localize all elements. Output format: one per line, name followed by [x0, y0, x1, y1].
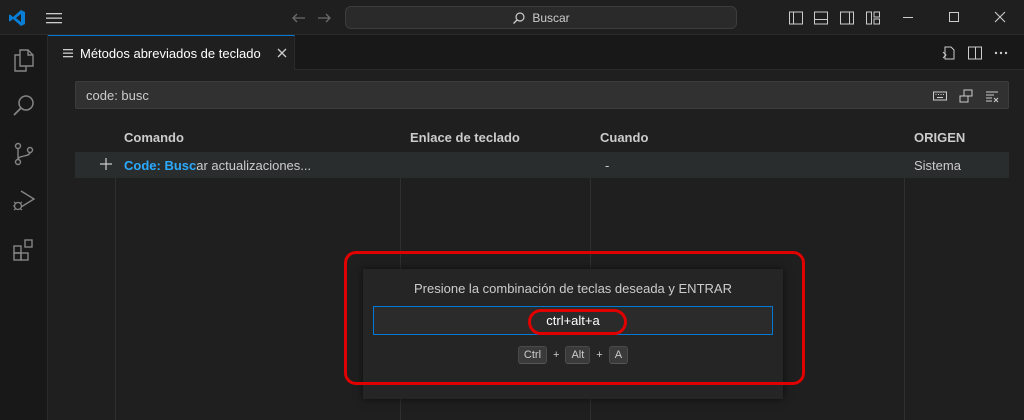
dialog-message: Presione la combinación de teclas desead…: [414, 281, 732, 296]
key-chord-preview: Ctrl + Alt + A: [363, 346, 783, 364]
record-keys-icon[interactable]: [932, 88, 948, 104]
keybindings-search-input[interactable]: code: busc: [75, 81, 1009, 109]
menu-icon[interactable]: [44, 9, 64, 27]
column-header-when[interactable]: Cuando: [600, 130, 648, 145]
keyboard-shortcuts-editor: code: busc Comando Enlace de teclado Cua…: [48, 70, 1024, 420]
vscode-logo-icon[interactable]: [8, 9, 26, 27]
open-keybindings-json-icon[interactable]: [940, 44, 958, 62]
customize-layout-icon[interactable]: [864, 9, 882, 27]
define-keybinding-dialog: Presione la combinación de teclas desead…: [363, 269, 783, 399]
minimize-icon[interactable]: [896, 7, 920, 27]
table-row[interactable]: Code: Buscar actualizaciones... - Sistem…: [75, 152, 1009, 178]
source-control-icon[interactable]: [11, 141, 37, 167]
search-label: Buscar: [532, 10, 570, 25]
more-actions-icon[interactable]: [992, 44, 1010, 62]
key-a: A: [608, 346, 629, 364]
activity-bar: [0, 35, 48, 420]
command-cell: Code: Buscar actualizaciones...: [124, 158, 311, 173]
explorer-icon[interactable]: [11, 47, 37, 73]
search-value: code: busc: [86, 87, 149, 103]
tab-keyboard-shortcuts[interactable]: Métodos abreviados de teclado: [48, 35, 295, 70]
sort-by-precedence-icon[interactable]: [958, 88, 974, 104]
search-icon[interactable]: [11, 93, 37, 119]
keybinding-input-value: ctrl+alt+a: [546, 313, 600, 328]
toggle-secondary-sidebar-icon[interactable]: [838, 9, 856, 27]
keybinding-input[interactable]: ctrl+alt+a: [373, 306, 773, 335]
maximize-icon[interactable]: [942, 7, 966, 27]
command-match-highlight: Code: Busc: [124, 158, 197, 173]
key-separator: +: [553, 349, 560, 361]
column-header-command[interactable]: Comando: [124, 130, 184, 145]
search-icon: [513, 11, 525, 24]
back-arrow-icon[interactable]: [290, 9, 308, 27]
key-ctrl: Ctrl: [517, 346, 548, 364]
column-header-keybinding[interactable]: Enlace de teclado: [410, 130, 520, 145]
clear-search-icon[interactable]: [984, 88, 1000, 104]
when-cell: -: [605, 158, 610, 173]
split-editor-icon[interactable]: [966, 44, 984, 62]
source-cell: Sistema: [914, 158, 961, 173]
add-keybinding-icon[interactable]: [97, 155, 115, 173]
command-center-search[interactable]: Buscar: [345, 6, 737, 29]
close-window-icon[interactable]: [988, 7, 1012, 27]
run-and-debug-icon[interactable]: [11, 187, 37, 213]
title-bar: Buscar: [0, 0, 1024, 35]
command-rest: ar actualizaciones...: [196, 158, 312, 173]
toggle-panel-icon[interactable]: [812, 9, 830, 27]
editor-tab-bar: Métodos abreviados de teclado: [48, 35, 1024, 70]
list-icon: [63, 49, 73, 58]
tab-label: Métodos abreviados de teclado: [80, 45, 261, 61]
forward-arrow-icon[interactable]: [315, 9, 333, 27]
key-alt: Alt: [565, 346, 591, 364]
keybindings-table-header: Comando Enlace de teclado Cuando ORIGEN: [75, 122, 1024, 152]
extensions-icon[interactable]: [11, 237, 37, 263]
toggle-primary-sidebar-icon[interactable]: [787, 9, 805, 27]
close-icon[interactable]: [275, 46, 289, 60]
key-separator: +: [596, 349, 603, 361]
column-header-source[interactable]: ORIGEN: [914, 130, 965, 145]
